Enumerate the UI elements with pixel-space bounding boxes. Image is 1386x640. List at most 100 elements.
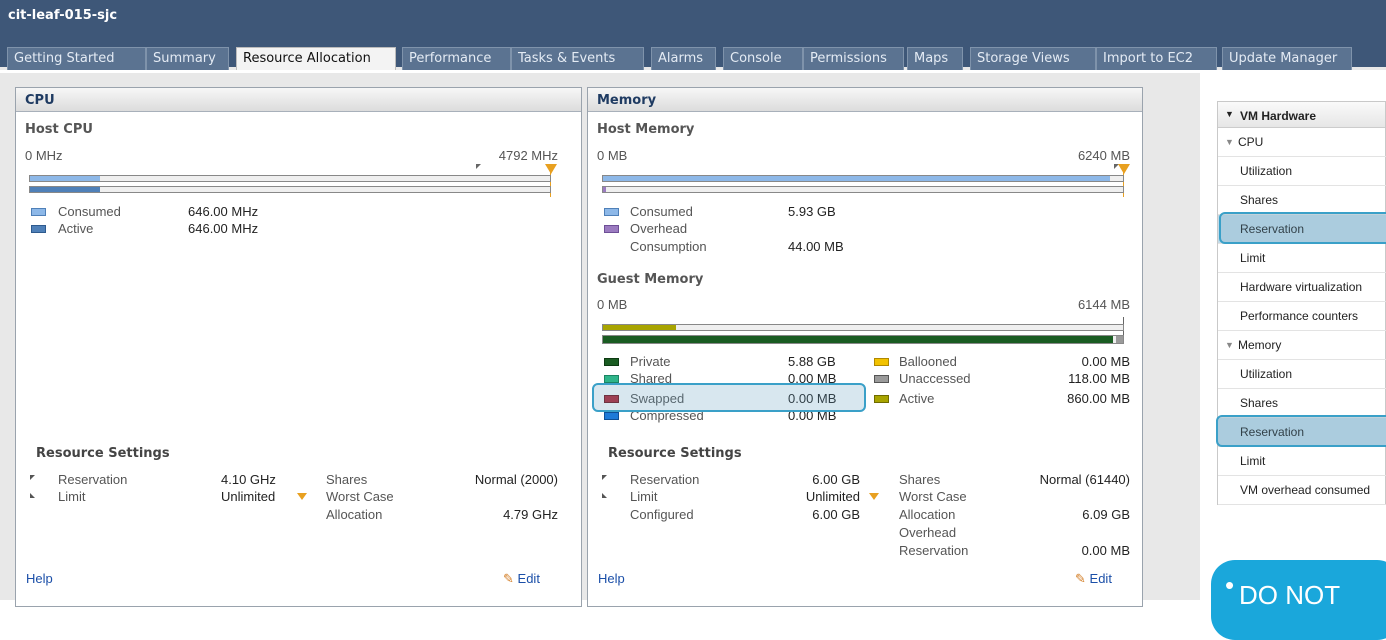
overhead-swatch <box>604 225 619 233</box>
cpu-reservation-highlight <box>1219 212 1386 244</box>
cpu-help-link[interactable]: Help <box>26 571 53 586</box>
private-label: Private <box>630 354 671 369</box>
guest-private-bar <box>602 335 1124 344</box>
tab-summary[interactable]: Summary <box>146 47 229 70</box>
hw-cpu-utilization[interactable]: Utilization <box>1218 157 1386 186</box>
hw-mem-utilization[interactable]: Utilization <box>1218 360 1386 389</box>
ballooned-swatch <box>874 358 889 366</box>
host-memory-heading: Host Memory <box>597 122 695 137</box>
hw-group-memory[interactable]: ▼ Memory <box>1218 331 1386 360</box>
worst-case-marker-icon <box>297 493 307 500</box>
guest-active-label: Active <box>899 391 935 406</box>
hw-cpu-hardware-virtualization[interactable]: Hardware virtualization <box>1218 273 1386 302</box>
active-swatch <box>874 395 889 403</box>
limit-marker-icon <box>30 493 35 498</box>
mem-shares-value: Normal (61440) <box>1039 472 1130 487</box>
tab-storage-views[interactable]: Storage Views <box>970 47 1096 70</box>
hw-mem-limit[interactable]: Limit <box>1218 447 1386 476</box>
guest-active-value: 860.00 MB <box>1067 391 1130 406</box>
cpu-worst-case-label: Worst Case <box>326 489 394 504</box>
tab-performance[interactable]: Performance <box>402 47 511 70</box>
mem-consumed-bar <box>602 175 1124 182</box>
hw-cpu-performance-counters[interactable]: Performance counters <box>1218 302 1386 331</box>
private-value: 5.88 GB <box>788 354 836 369</box>
mem-limit-label: Limit <box>630 489 658 504</box>
cpu-edit-link[interactable]: ✎ Edit <box>503 571 540 587</box>
chevron-down-icon: ▼ <box>1225 137 1234 147</box>
mem-max-label: 6240 MB <box>1077 148 1130 163</box>
guest-unaccessed-segment <box>1116 336 1123 343</box>
mem-min-label: 0 MB <box>597 148 628 163</box>
cpu-reservation-label: Reservation <box>58 472 128 487</box>
mem-configured-value: 6.00 GB <box>812 507 860 522</box>
cpu-limit-label: Limit <box>58 489 86 504</box>
memory-panel: Memory Host Memory 0 MB 6240 MB Consumed… <box>587 87 1143 607</box>
tab-permissions[interactable]: Permissions <box>803 47 904 70</box>
mem-overhead-bar <box>602 186 1124 193</box>
ballooned-label: Ballooned <box>899 354 957 369</box>
pencil-icon: ✎ <box>1075 571 1086 586</box>
cpu-edit-label: Edit <box>517 571 540 586</box>
mem-consumed-value: 5.93 GB <box>788 204 836 219</box>
tab-resource-allocation[interactable]: Resource Allocation <box>236 47 396 70</box>
memory-panel-title: Memory <box>588 88 1142 112</box>
mem-shares-label: Shares <box>899 472 941 487</box>
limit-marker-icon <box>1118 164 1130 174</box>
mem-overhead-value: 44.00 MB <box>788 239 844 254</box>
guest-active-bar <box>602 324 1124 331</box>
hw-cpu-shares[interactable]: Shares <box>1218 186 1386 215</box>
hw-cpu-limit[interactable]: Limit <box>1218 244 1386 273</box>
window-title: cit-leaf-015-sjc <box>8 8 118 23</box>
tab-bar: Getting Started Summary Resource Allocat… <box>0 44 1386 70</box>
hw-mem-shares[interactable]: Shares <box>1218 389 1386 418</box>
cpu-shares-value: Normal (2000) <box>474 472 558 487</box>
cpu-resource-settings-heading: Resource Settings <box>36 446 170 461</box>
vm-hardware-title: VM Hardware <box>1240 109 1317 123</box>
mem-reservation-value: 6.00 GB <box>812 472 860 487</box>
cpu-allocation-label: Allocation <box>326 507 383 522</box>
tab-getting-started[interactable]: Getting Started <box>7 47 146 70</box>
mem-help-link[interactable]: Help <box>598 571 625 586</box>
window-titlebar: cit-leaf-015-sjc <box>0 0 1386 44</box>
mem-edit-link[interactable]: ✎ Edit <box>1075 571 1112 587</box>
mem-reservation-label: Reservation <box>630 472 700 487</box>
callout-bubble: • DO NOT <box>1211 560 1386 640</box>
unaccessed-value: 118.00 MB <box>1068 371 1130 386</box>
tab-tasks-events[interactable]: Tasks & Events <box>511 47 644 70</box>
chevron-down-icon: ▼ <box>1225 109 1234 119</box>
swapped-highlight <box>592 383 866 412</box>
pencil-icon: ✎ <box>503 571 514 586</box>
private-swatch <box>604 358 619 366</box>
cpu-active-value: 646.00 MHz <box>188 221 259 236</box>
tab-maps[interactable]: Maps <box>907 47 963 70</box>
vm-hardware-header[interactable]: ▼ VM Hardware <box>1218 102 1385 128</box>
mem-configured-label: Configured <box>630 507 694 522</box>
tab-alarms[interactable]: Alarms <box>651 47 716 70</box>
tab-import-to-ec2[interactable]: Import to EC2 <box>1096 47 1217 70</box>
callout-label: DO NOT <box>1239 580 1341 610</box>
mem-consumption-label: Consumption <box>630 239 707 254</box>
tab-console[interactable]: Console <box>723 47 803 70</box>
compressed-swatch <box>604 412 619 420</box>
reservation-marker-icon <box>602 475 607 480</box>
hw-group-cpu-label: CPU <box>1238 135 1264 149</box>
guest-max-label: 6144 MB <box>1077 297 1130 312</box>
guest-min-label: 0 MB <box>597 297 628 312</box>
hw-mem-vm-overhead[interactable]: VM overhead consumed <box>1218 476 1386 505</box>
mem-edit-label: Edit <box>1089 571 1112 586</box>
mem-overhead-label: Overhead <box>630 221 688 236</box>
cpu-min-label: 0 MHz <box>25 148 63 163</box>
limit-marker-icon <box>545 164 557 174</box>
mem-reservation2-label: Reservation <box>899 543 969 558</box>
worst-case-marker-icon <box>869 493 879 500</box>
chevron-down-icon: ▼ <box>1225 340 1234 350</box>
shared-swatch <box>604 375 619 383</box>
cpu-shares-label: Shares <box>326 472 368 487</box>
tab-update-manager[interactable]: Update Manager <box>1222 47 1352 70</box>
ballooned-value: 0.00 MB <box>1081 354 1130 369</box>
consumed-swatch <box>604 208 619 216</box>
cpu-active-label: Active <box>58 221 94 236</box>
reservation-marker-icon <box>476 164 481 169</box>
limit-marker-icon <box>602 493 607 498</box>
hw-group-cpu[interactable]: ▼ CPU <box>1218 128 1386 157</box>
